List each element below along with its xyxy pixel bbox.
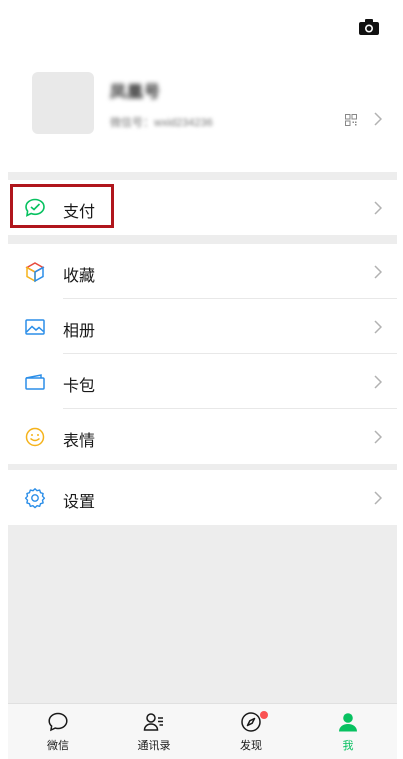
me-screen: 凤凰号 微信号：wxid234236 支付 收藏 相册 卡包 表情 设置 微信 … bbox=[8, 0, 397, 759]
nickname: 凤凰号 bbox=[110, 84, 162, 101]
menu-item-cards[interactable]: 卡包 bbox=[8, 354, 397, 409]
wechat-id: 微信号：wxid234236 bbox=[110, 117, 213, 129]
chat-bubble-icon bbox=[48, 712, 68, 732]
menu-item-stickers[interactable]: 表情 bbox=[8, 409, 397, 464]
tab-label-contacts: 通讯录 bbox=[137, 740, 171, 752]
profile-header[interactable]: 凤凰号 微信号：wxid234236 bbox=[8, 0, 397, 172]
chevron-right-icon bbox=[374, 112, 382, 126]
qr-code-icon[interactable] bbox=[345, 114, 357, 126]
chevron-right-icon bbox=[374, 491, 382, 505]
person-icon bbox=[339, 713, 357, 732]
chevron-right-icon bbox=[374, 320, 382, 334]
menu-label-settings: 设置 bbox=[63, 494, 96, 511]
menu-label-favorites: 收藏 bbox=[63, 268, 96, 285]
tab-contacts[interactable]: 通讯录 bbox=[114, 704, 194, 759]
chevron-right-icon bbox=[374, 430, 382, 444]
chevron-right-icon bbox=[374, 375, 382, 389]
menu-label-cards: 卡包 bbox=[63, 378, 96, 395]
collection-group: 收藏 相册 卡包 表情 bbox=[8, 244, 397, 464]
avatar[interactable] bbox=[32, 72, 94, 134]
settings-group: 设置 bbox=[8, 470, 397, 525]
bottom-tab-bar: 微信 通讯录 发现 我 bbox=[8, 703, 397, 759]
camera-icon[interactable] bbox=[358, 18, 380, 36]
pay-highlight-box bbox=[10, 184, 114, 228]
menu-item-album[interactable]: 相册 bbox=[8, 299, 397, 354]
tab-discover[interactable]: 发现 bbox=[211, 704, 291, 759]
contacts-icon bbox=[143, 713, 163, 731]
menu-label-album: 相册 bbox=[63, 323, 96, 340]
tab-label-discover: 发现 bbox=[240, 740, 262, 752]
tab-chats[interactable]: 微信 bbox=[18, 704, 98, 759]
smiley-face-icon bbox=[25, 427, 45, 447]
album-image-icon bbox=[25, 319, 45, 335]
tab-label-chats: 微信 bbox=[47, 740, 69, 752]
menu-label-stickers: 表情 bbox=[63, 433, 96, 450]
card-wallet-icon bbox=[25, 374, 45, 390]
tab-label-me: 我 bbox=[342, 740, 354, 752]
favorites-cube-icon bbox=[25, 262, 45, 283]
notification-dot bbox=[260, 711, 268, 719]
pay-group: 支付 bbox=[8, 180, 397, 235]
gear-icon bbox=[24, 488, 46, 509]
menu-item-favorites[interactable]: 收藏 bbox=[8, 244, 397, 299]
chevron-right-icon bbox=[374, 265, 382, 279]
menu-item-settings[interactable]: 设置 bbox=[8, 470, 397, 525]
tab-me[interactable]: 我 bbox=[308, 704, 388, 759]
chevron-right-icon bbox=[374, 201, 382, 215]
